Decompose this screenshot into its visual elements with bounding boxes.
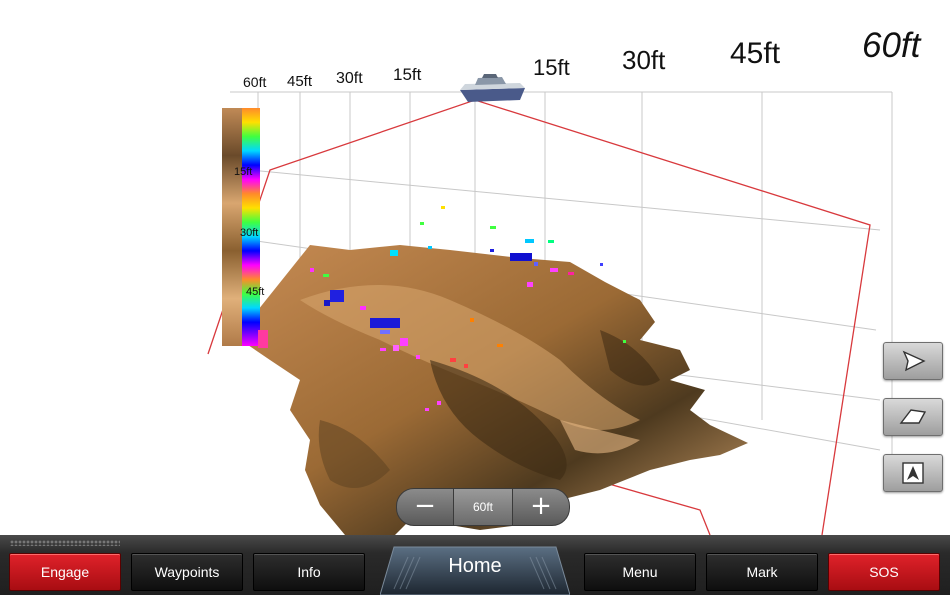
boat-side-icon <box>899 409 927 424</box>
info-button[interactable]: Info <box>253 553 365 591</box>
home-label: Home <box>448 555 502 577</box>
right-depth-label-15: 15ft <box>533 55 570 80</box>
sos-button[interactable]: SOS <box>828 553 940 591</box>
overhead-view-button[interactable] <box>883 454 943 492</box>
status-dots <box>10 540 120 546</box>
left-depth-label-45: 45ft <box>287 73 313 90</box>
perspective-view-1-button[interactable] <box>883 342 943 380</box>
left-depth-label-60: 60ft <box>243 74 267 90</box>
menu-button[interactable]: Menu <box>584 553 696 591</box>
boat-angle-icon <box>902 350 926 372</box>
mark-button[interactable]: Mark <box>706 553 818 591</box>
waypoints-button[interactable]: Waypoints <box>131 553 243 591</box>
zoom-level-display[interactable]: 60ft <box>454 488 512 526</box>
right-depth-label-60: 60ft <box>862 26 921 65</box>
perspective-view-2-button[interactable] <box>883 398 943 436</box>
sonar-3d-render <box>207 74 893 535</box>
left-depth-label-30: 30ft <box>336 70 363 87</box>
zoom-out-button[interactable]: − <box>396 488 454 526</box>
color-bar-label-45: 45ft <box>246 286 265 298</box>
boat-icon <box>460 74 525 102</box>
zoom-in-button[interactable]: + <box>512 488 570 526</box>
color-bar-label-15: 15ft <box>234 166 253 178</box>
right-depth-label-45: 45ft <box>730 37 781 70</box>
right-depth-label-30: 30ft <box>622 45 666 75</box>
engage-button[interactable]: Engage <box>9 553 121 591</box>
sonar-3d-view[interactable]: 60ft 45ft 30ft 15ft 15ft 30ft 45ft 60ft … <box>0 0 950 535</box>
north-arrow-icon <box>902 462 924 484</box>
zoom-control: − 60ft + <box>396 488 570 526</box>
color-bar-label-30: 30ft <box>240 227 259 239</box>
left-depth-label-15: 15ft <box>393 65 422 84</box>
